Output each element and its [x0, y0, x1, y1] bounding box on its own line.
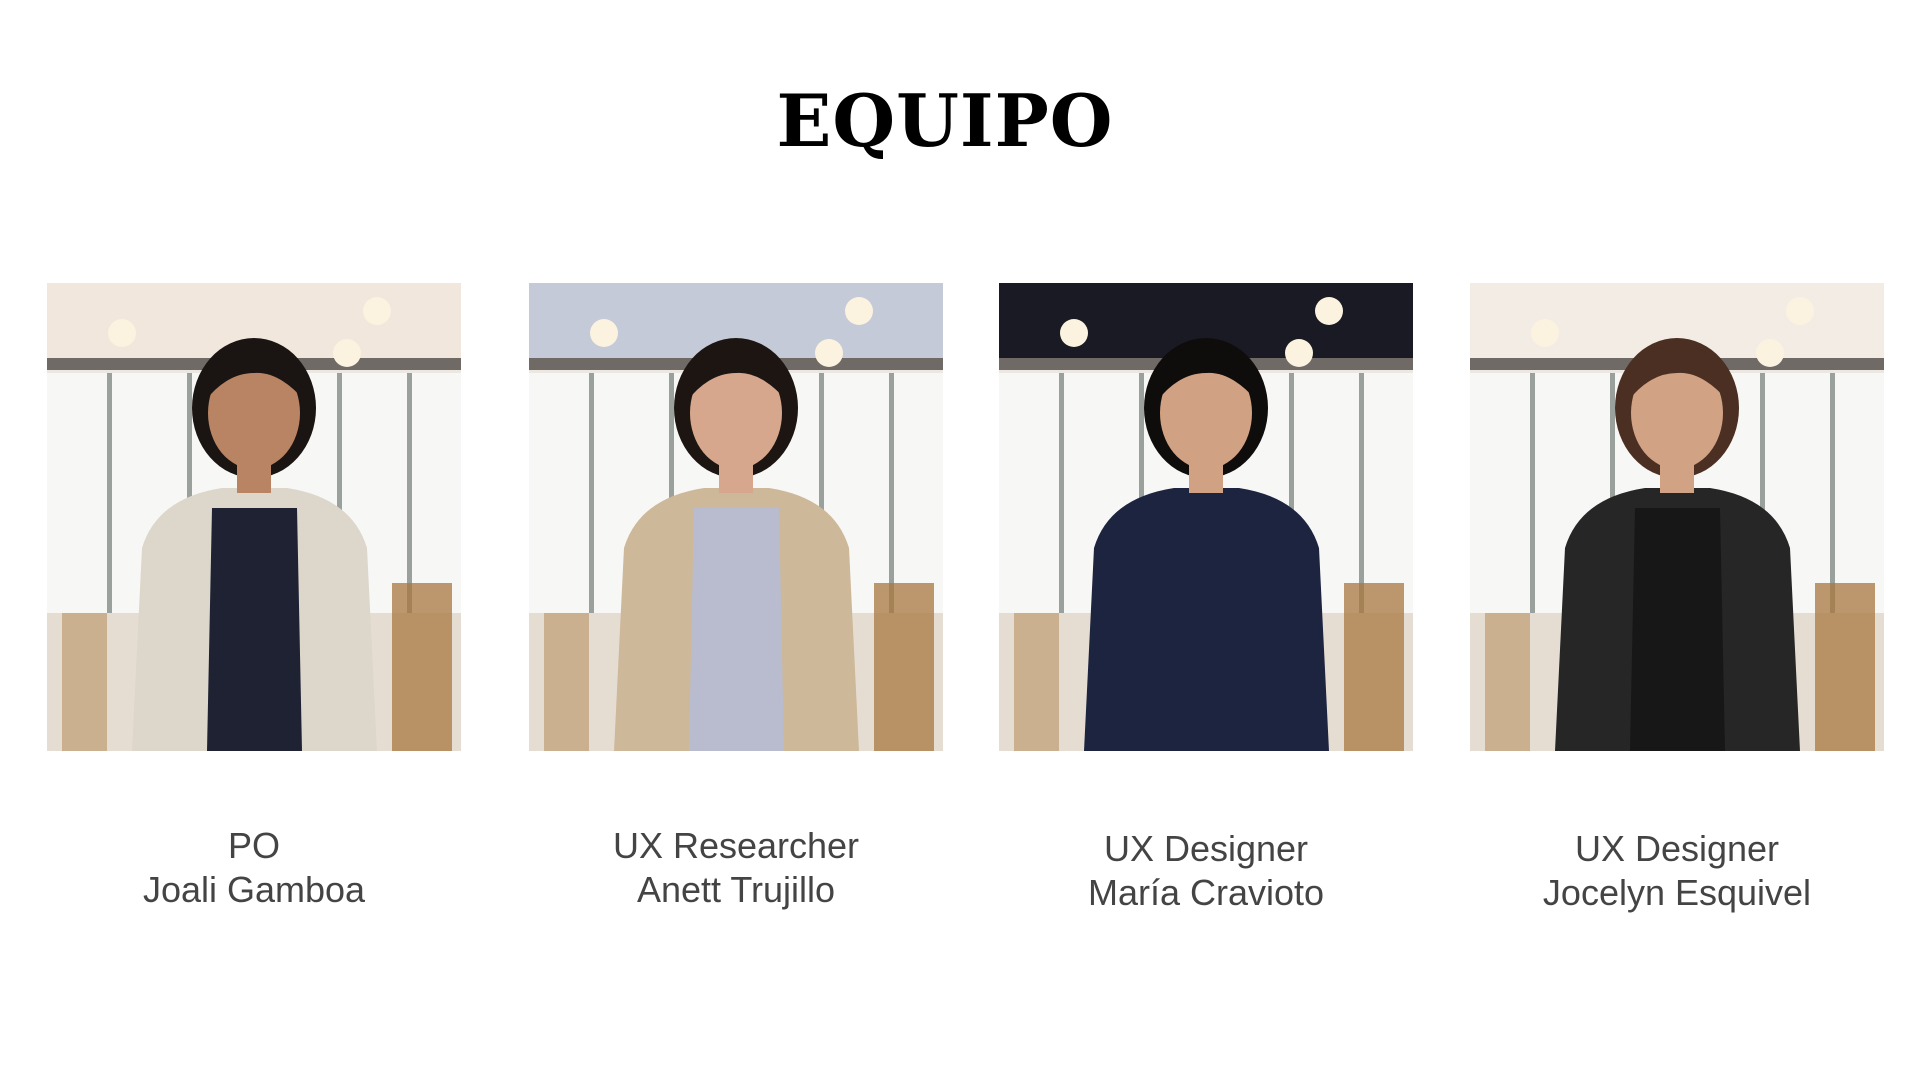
team-member-caption: UX Designer Jocelyn Esquivel: [1430, 827, 1920, 915]
team-member-name: Anett Trujillo: [636, 869, 836, 910]
portrait-illustration: [47, 283, 461, 751]
portrait-illustration: [999, 283, 1413, 751]
team-member-card: UX Designer Jocelyn Esquivel: [1470, 283, 1884, 913]
team-member-card: UX Researcher Anett Trujillo: [529, 283, 943, 910]
team-member-role: UX Designer: [1103, 828, 1309, 869]
team-member-caption: UX Designer María Cravioto: [959, 827, 1453, 915]
team-member-role: UX Designer: [1574, 828, 1780, 869]
team-member-photo: [999, 283, 1413, 751]
team-member-name: María Cravioto: [1087, 872, 1325, 913]
team-member-name: Jocelyn Esquivel: [1542, 872, 1812, 913]
team-member-caption: UX Researcher Anett Trujillo: [489, 824, 983, 912]
team-member-photo: [47, 283, 461, 751]
team-member-photo: [1470, 283, 1884, 751]
portrait-illustration: [529, 283, 943, 751]
team-member-role: PO: [227, 825, 280, 866]
team-member-caption: PO Joali Gamboa: [7, 824, 501, 912]
slide: EQUIPO PO Joali Gamboa UX Researcher Ane…: [0, 0, 1920, 1080]
team-member-card: PO Joali Gamboa: [47, 283, 461, 910]
portrait-illustration: [1470, 283, 1884, 751]
team-member-card: UX Designer María Cravioto: [999, 283, 1413, 913]
slide-title: EQUIPO: [776, 78, 1114, 163]
team-member-role: UX Researcher: [612, 825, 860, 866]
team-member-photo: [529, 283, 943, 751]
team-member-name: Joali Gamboa: [142, 869, 366, 910]
